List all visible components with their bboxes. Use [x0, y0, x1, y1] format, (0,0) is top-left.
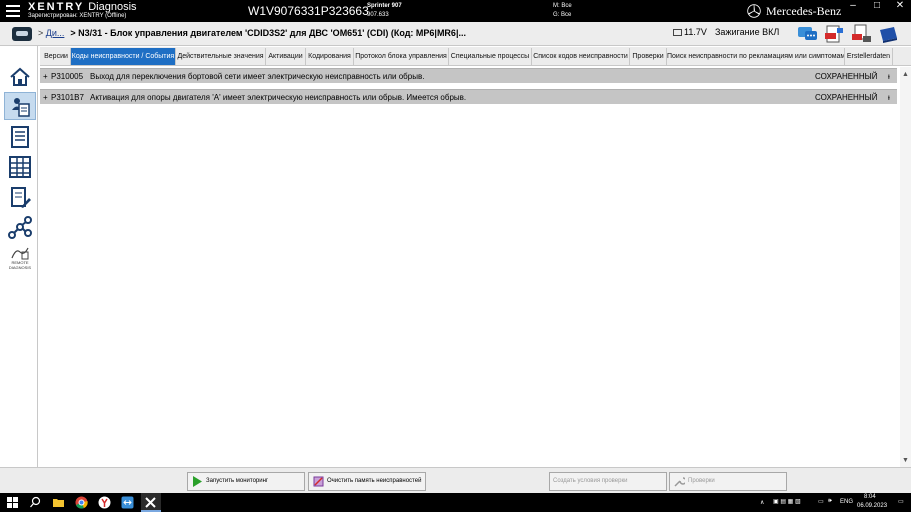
fault-description: Выход для переключения бортовой сети име…: [90, 72, 425, 81]
document-edit-icon: [11, 187, 31, 208]
windows-start-icon[interactable]: [6, 496, 19, 509]
diagnosis-label: DIAGNOSIS: [8, 265, 32, 270]
search-icon[interactable]: [29, 496, 42, 509]
remote-diagnosis-icon: [11, 247, 29, 260]
mercedes-star-icon: [747, 4, 761, 18]
battery-icon: [673, 29, 682, 36]
play-icon: [193, 476, 202, 487]
tray-apps-icon[interactable]: ▣ ▤ ▦ ▧: [773, 498, 801, 505]
tab-actual-values[interactable]: Действительные значения: [176, 48, 266, 65]
checks-button[interactable]: Проверки: [669, 472, 787, 491]
scroll-down-icon[interactable]: ▼: [901, 456, 910, 465]
yandex-browser-icon[interactable]: [98, 496, 111, 509]
volume-icon[interactable]: 🕪: [828, 498, 832, 505]
maximize-icon[interactable]: □: [866, 0, 888, 12]
chrome-icon[interactable]: [75, 496, 88, 509]
clear-memory-icon: [313, 476, 324, 487]
sidebar-home[interactable]: [4, 63, 36, 91]
vin-number: W1V9076331P323663: [248, 4, 369, 18]
xentry-icon: [145, 497, 156, 508]
create-test-conditions-button[interactable]: Создать условия проверки: [549, 472, 667, 491]
fault-status: СОХРАНЕННЫЙ: [815, 93, 878, 102]
g-filter: G: Все: [553, 12, 572, 18]
tab-symptom-search[interactable]: Поиск неисправности по рекламациям или с…: [667, 48, 845, 65]
mercedes-benz-logo-text: Mercedes-Benz: [766, 4, 842, 18]
breadcrumb: > Ди... > N3/31 - Блок управления двигате…: [38, 28, 466, 38]
breadcrumb-link[interactable]: Ди...: [46, 28, 65, 38]
info-icon[interactable]: ᵻ: [888, 90, 890, 105]
tab-coding[interactable]: Кодирования: [306, 48, 354, 65]
voltage-value: 11.7V: [684, 27, 707, 37]
language-indicator[interactable]: ENG: [840, 499, 853, 505]
tab-special-procedures[interactable]: Специальные процессы: [449, 48, 532, 65]
chat-icon[interactable]: [797, 24, 819, 44]
clipboard-person-icon: [12, 98, 30, 117]
tab-fault-code-list[interactable]: Список кодов неисправности: [532, 48, 630, 65]
grid-icon: [9, 156, 31, 178]
tab-control-unit-log[interactable]: Протокол блока управления: [354, 48, 449, 65]
fault-status: СОХРАНЕННЫЙ: [815, 72, 878, 81]
clock-time[interactable]: 8:04: [864, 494, 876, 500]
start-monitoring-button[interactable]: Запустить мониторинг: [187, 472, 305, 491]
fault-code: P310005: [51, 72, 84, 81]
list-document-icon: [11, 126, 29, 148]
teamviewer-icon[interactable]: [121, 496, 134, 509]
sidebar-document-edit[interactable]: [4, 184, 36, 212]
sidebar-control-units[interactable]: [4, 92, 36, 120]
clock-date[interactable]: 06.09.2023: [857, 503, 887, 509]
vehicle-code: 907.633: [367, 12, 389, 18]
vertical-scrollbar[interactable]: ▲ ▼: [900, 67, 911, 467]
tab-activations[interactable]: Активации: [266, 48, 306, 65]
vehicle-icon[interactable]: [12, 27, 32, 41]
tab-versions[interactable]: Версии: [42, 48, 71, 65]
context-header: > Ди... > N3/31 - Блок управления двигате…: [0, 22, 911, 46]
print-report-icon[interactable]: [850, 24, 872, 44]
tab-creator-data[interactable]: Erstellerdaten: [845, 48, 893, 65]
sidebar-remote-diagnosis[interactable]: REMOTE DIAGNOSIS: [4, 244, 36, 272]
fault-row[interactable]: + P3101B7 Активация для опоры двигателя …: [40, 89, 897, 104]
network-tray-icon[interactable]: ▭: [818, 498, 824, 505]
expand-icon[interactable]: +: [43, 90, 48, 105]
fault-row[interactable]: + P310005 Выход для переключения бортово…: [40, 68, 897, 83]
fault-code: P3101B7: [51, 93, 84, 102]
breadcrumb-title: > N3/31 - Блок управления двигателем 'CD…: [70, 28, 466, 38]
expand-icon[interactable]: +: [43, 69, 48, 84]
tab-fault-codes[interactable]: Коды неисправности / События: [71, 48, 176, 65]
tray-chevron-icon[interactable]: ∧: [760, 499, 764, 506]
manual-book-icon[interactable]: [877, 24, 899, 44]
m-filter: М: Все: [553, 3, 572, 9]
scroll-up-icon[interactable]: ▲: [901, 70, 910, 79]
sidebar-grid[interactable]: [4, 153, 36, 181]
ignition-status: Зажигание ВКЛ: [715, 27, 780, 37]
fault-list: + P310005 Выход для переключения бортово…: [40, 67, 899, 467]
windows-taskbar: ∧ ▣ ▤ ▦ ▧ ▭ 🕪 ENG 8:04 06.09.2023 ▭: [0, 493, 911, 512]
notifications-icon[interactable]: ▭: [898, 498, 904, 505]
vehicle-model: Sprinter 907: [367, 3, 402, 9]
registration-text: Зарегистрирован: XENTRY (Offline): [28, 13, 127, 19]
network-icon: [8, 216, 32, 239]
xentry-taskbar-item[interactable]: [141, 493, 161, 512]
clear-fault-memory-button[interactable]: Очистить память неисправностей: [308, 472, 426, 491]
close-icon[interactable]: ✕: [889, 0, 911, 12]
hamburger-menu-icon[interactable]: [6, 5, 20, 17]
file-explorer-icon[interactable]: [52, 496, 65, 509]
minimize-icon[interactable]: –: [842, 0, 864, 12]
pdf-report-icon[interactable]: [823, 24, 845, 44]
app-brand: XENTRY Diagnosis: [28, 1, 137, 13]
title-bar: XENTRY Diagnosis Зарегистрирован: XENTRY …: [0, 0, 911, 22]
fault-description: Активация для опоры двигателя 'A' имеет …: [90, 93, 467, 102]
tab-checks[interactable]: Проверки: [630, 48, 667, 65]
sidebar-list[interactable]: [4, 123, 36, 151]
tab-bar: Версии Коды неисправности / События Дейс…: [40, 47, 911, 66]
wrench-icon: [674, 477, 685, 487]
sidebar: REMOTE DIAGNOSIS: [0, 46, 38, 493]
home-icon: [10, 67, 30, 86]
info-icon[interactable]: ᵻ: [888, 69, 890, 84]
sidebar-network[interactable]: [4, 214, 36, 242]
bottom-action-bar: Запустить мониторинг Очистить память неи…: [0, 467, 911, 493]
